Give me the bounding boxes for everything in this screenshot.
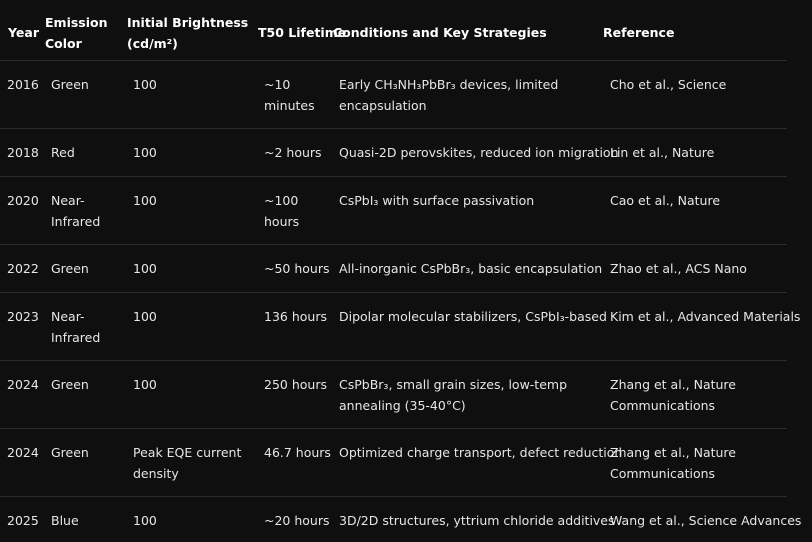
cell-color: Green — [51, 445, 89, 460]
cell-year: 2020 — [7, 193, 39, 208]
row-divider — [0, 428, 787, 429]
cell-t50: ~20 hours — [264, 513, 330, 528]
cell-reference-line2: Communications — [610, 466, 716, 481]
cell-brightness: 100 — [133, 193, 157, 208]
cell-year: 2023 — [7, 309, 39, 324]
row-divider — [0, 292, 787, 293]
cell-color: Red — [51, 145, 75, 160]
cell-t50: 136 hours — [264, 309, 327, 324]
cell-color: Green — [51, 377, 89, 392]
cell-reference: Zhang et al., Nature — [610, 445, 736, 460]
row-divider — [0, 128, 787, 129]
cell-year: 2024 — [7, 445, 39, 460]
cell-reference: Zhao et al., ACS Nano — [610, 261, 747, 276]
header-emission-color-line1: Emission — [45, 15, 108, 30]
cell-year: 2024 — [7, 377, 39, 392]
cell-conditions: CsPbI₃ with surface passivation — [339, 193, 535, 208]
cell-year: 2016 — [7, 77, 39, 92]
cell-conditions: 3D/2D structures, yttrium chloride addit… — [339, 513, 615, 528]
cell-conditions: Dipolar molecular stabilizers, CsPbI₃-ba… — [339, 309, 607, 324]
cell-brightness: 100 — [133, 513, 157, 528]
cell-t50: ~10 — [264, 77, 291, 92]
cell-brightness-line2: density — [133, 466, 179, 481]
cell-t50-line2: minutes — [264, 98, 315, 113]
cell-brightness: 100 — [133, 77, 157, 92]
row-divider — [0, 360, 787, 361]
cell-reference: Cho et al., Science — [610, 77, 727, 92]
cell-year: 2025 — [7, 513, 39, 528]
cell-conditions: Quasi-2D perovskites, reduced ion migrat… — [339, 145, 619, 160]
cell-conditions: Optimized charge transport, defect reduc… — [339, 445, 623, 460]
cell-color: Blue — [51, 513, 79, 528]
header-brightness-line1: Initial Brightness — [127, 15, 249, 30]
cell-t50: 250 hours — [264, 377, 327, 392]
cell-t50: ~100 — [264, 193, 299, 208]
cell-conditions: Early CH₃NH₃PbBr₃ devices, limited — [339, 77, 559, 92]
cell-year: 2018 — [7, 145, 39, 160]
cell-t50: 46.7 hours — [264, 445, 331, 460]
cell-year: 2022 — [7, 261, 39, 276]
cell-reference: Cao et al., Nature — [610, 193, 721, 208]
header-conditions: Conditions and Key Strategies — [333, 25, 547, 40]
header-emission-color-line2: Color — [45, 36, 82, 51]
cell-color: Green — [51, 261, 89, 276]
row-divider — [0, 60, 787, 61]
cell-conditions: All-inorganic CsPbBr₃, basic encapsulati… — [339, 261, 603, 276]
cell-color-line2: Infrared — [51, 214, 101, 229]
cell-reference: Kim et al., Advanced Materials — [610, 309, 801, 324]
row-divider — [0, 496, 787, 497]
cell-brightness: 100 — [133, 309, 157, 324]
header-reference: Reference — [603, 25, 675, 40]
cell-color: Near- — [51, 309, 85, 324]
cell-t50: ~50 hours — [264, 261, 330, 276]
cell-reference: Wang et al., Science Advances — [610, 513, 802, 528]
cell-brightness: 100 — [133, 145, 157, 160]
header-year: Year — [8, 25, 39, 40]
cell-conditions-line2: encapsulation — [339, 98, 427, 113]
cell-reference: Lin et al., Nature — [610, 145, 715, 160]
cell-reference: Zhang et al., Nature — [610, 377, 736, 392]
row-divider — [0, 244, 787, 245]
cell-conditions-line2: annealing (35-40°C) — [339, 398, 466, 413]
cell-brightness: 100 — [133, 261, 157, 276]
cell-brightness: Peak EQE current — [133, 445, 242, 460]
cell-color: Near- — [51, 193, 85, 208]
cell-color: Green — [51, 77, 89, 92]
cell-reference-line2: Communications — [610, 398, 716, 413]
cell-t50: ~2 hours — [264, 145, 322, 160]
cell-brightness: 100 — [133, 377, 157, 392]
row-divider — [0, 176, 787, 177]
cell-conditions: CsPbBr₃, small grain sizes, low-temp — [339, 377, 568, 392]
cell-t50-line2: hours — [264, 214, 300, 229]
cell-color-line2: Infrared — [51, 330, 101, 345]
header-brightness-line2: (cd/m²) — [127, 36, 178, 51]
